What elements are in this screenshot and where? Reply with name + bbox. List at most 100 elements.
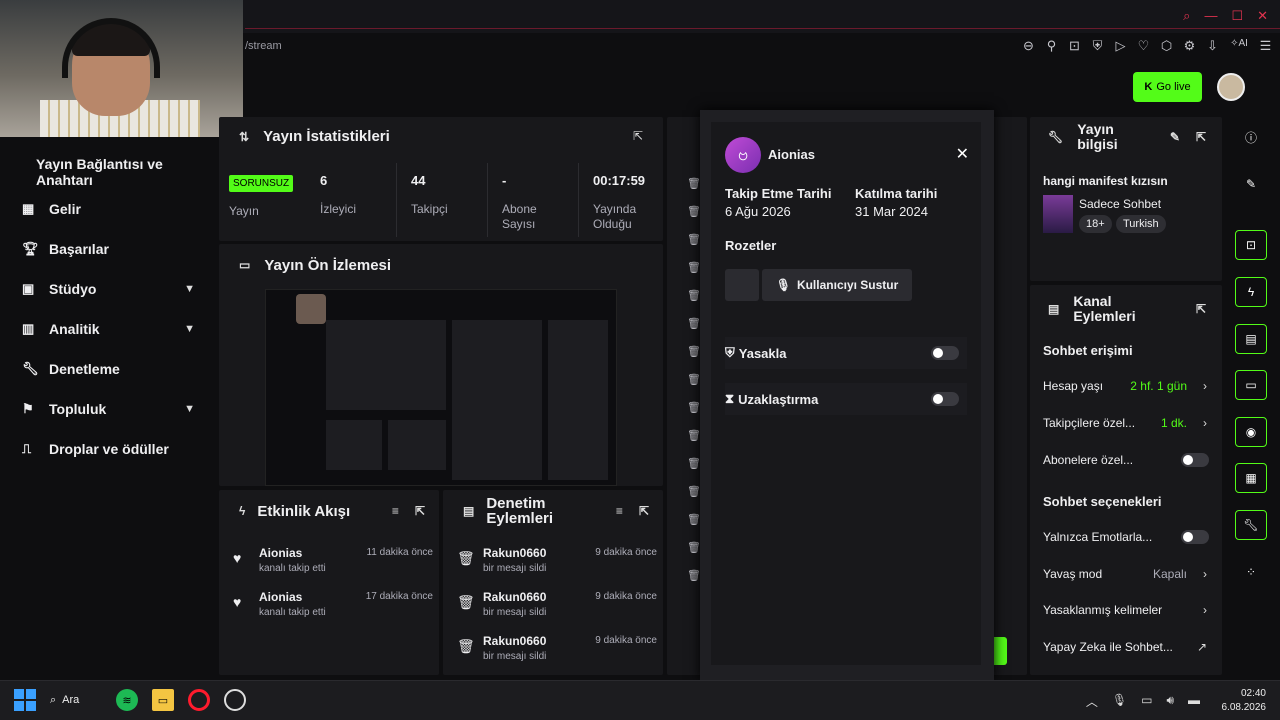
sidebar-item-topluluk[interactable]: ⚑ Topluluk ▼ <box>0 389 215 429</box>
sidebar-item-analitik[interactable]: ▥ Analitik ▼ <box>0 309 215 349</box>
sidebar-item-gelir[interactable]: ▦ Gelir <box>0 189 215 229</box>
windows-start-icon[interactable] <box>14 689 36 711</box>
ai-chat-row[interactable]: Yapay Zeka ile Sohbet... ↗ <box>1043 640 1209 656</box>
pencil-icon[interactable]: ✎ <box>1235 169 1267 199</box>
trash-icon[interactable]: 🗑︎ <box>687 233 701 249</box>
ai-icon[interactable]: ✧AI <box>1227 38 1251 54</box>
mod-user[interactable]: Rakun0660 <box>483 546 546 560</box>
trash-icon[interactable]: 🗑︎ <box>687 401 701 417</box>
channel-icon[interactable]: ▦ <box>1235 463 1267 493</box>
trash-icon[interactable]: 🗑︎ <box>687 261 701 277</box>
lightning-icon[interactable]: ϟ <box>1235 277 1267 307</box>
filter-icon[interactable]: ≡ <box>616 504 623 519</box>
info-icon[interactable]: ⓘ <box>1235 122 1267 152</box>
timeout-row[interactable]: ⧗ Uzaklaştırma <box>725 383 967 415</box>
stat-label: İzleyici <box>320 202 357 216</box>
mod-user[interactable]: Rakun0660 <box>483 590 546 604</box>
network-icon[interactable]: ▭ <box>1141 693 1152 710</box>
subs-only-row[interactable]: Abonelere özel... <box>1043 453 1209 469</box>
banned-words-row[interactable]: Yasaklanmış kelimeler › <box>1043 603 1209 619</box>
close-icon[interactable]: ✕ <box>1257 8 1268 24</box>
clock[interactable]: 02:40 6.08.2026 <box>1222 687 1267 715</box>
address-bar[interactable]: /stream <box>245 40 282 52</box>
download-icon[interactable]: ⇩ <box>1204 38 1221 54</box>
event-user[interactable]: Aionias <box>259 546 302 560</box>
popout-icon[interactable]: ⇱ <box>633 129 643 143</box>
volume-icon[interactable]: 🔊︎ <box>1166 693 1174 710</box>
opera-icon[interactable] <box>188 689 210 711</box>
microphone-icon[interactable]: 🎙︎ <box>1112 693 1127 710</box>
pin-icon[interactable]: ⚲ <box>1043 38 1060 54</box>
sidebar-item-denetleme[interactable]: 🔧︎ Denetleme <box>0 349 215 389</box>
screenshot-icon[interactable]: ⊡ <box>1066 38 1083 54</box>
document-icon[interactable]: ▤ <box>1235 324 1267 354</box>
popout-icon[interactable]: ⇱ <box>415 504 425 518</box>
menu-icon[interactable]: ☰ <box>1257 38 1274 54</box>
event-user[interactable]: Aionias <box>259 590 302 604</box>
ban-toggle[interactable] <box>931 346 959 360</box>
trash-icon[interactable]: 🗑︎ <box>687 457 701 473</box>
shield-icon[interactable]: ⛨ <box>1089 38 1106 54</box>
sidebar-item-label: Topluluk <box>49 401 107 417</box>
chevron-right-icon: › <box>1203 379 1207 393</box>
timeout-toggle[interactable] <box>931 392 959 406</box>
popout-icon[interactable]: ⇱ <box>1196 130 1206 145</box>
category-name[interactable]: Sadece Sohbet <box>1079 197 1161 211</box>
stat-label: Abone Sayısı <box>502 202 537 231</box>
account-age-row[interactable]: Hesap yaşı 2 hf. 1 gün › <box>1043 379 1209 395</box>
cube-icon[interactable]: ⬡ <box>1158 38 1175 54</box>
trash-icon[interactable]: 🗑︎ <box>687 345 701 361</box>
sidebar-title[interactable]: Yayın Bağlantısı ve Anahtarı <box>0 155 215 189</box>
filter-icon[interactable]: ≡ <box>392 504 399 518</box>
camera-icon[interactable]: ⊡ <box>1235 230 1267 260</box>
apps-icon[interactable]: ⁘ <box>1235 557 1267 587</box>
trash-icon[interactable]: 🗑︎ <box>687 541 701 557</box>
sidebar-item-studyo[interactable]: ▣ Stüdyo ▼ <box>0 269 215 309</box>
subs-only-toggle[interactable] <box>1181 453 1209 467</box>
play-icon[interactable]: ▷ <box>1112 38 1129 54</box>
extension-icon[interactable]: ⚙ <box>1181 38 1198 54</box>
clock-time: 02:40 <box>1240 688 1266 699</box>
trash-icon[interactable]: 🗑︎ <box>687 205 701 221</box>
mod-user[interactable]: Rakun0660 <box>483 634 546 648</box>
folder-icon[interactable]: ▭ <box>152 689 174 711</box>
slow-mode-row[interactable]: Yavaş mod Kapalı › <box>1043 567 1209 583</box>
emotes-only-toggle[interactable] <box>1181 530 1209 544</box>
trash-icon[interactable]: 🗑︎ <box>687 485 701 501</box>
trash-icon[interactable]: 🗑︎ <box>687 569 701 585</box>
mute-user-button[interactable]: 🎙︎ Kullanıcıyı Sustur <box>762 269 912 301</box>
trash-icon[interactable]: 🗑︎ <box>687 513 701 529</box>
trash-icon[interactable]: 🗑︎ <box>687 373 701 389</box>
battery-icon[interactable]: ▬ <box>1188 693 1200 710</box>
zoom-icon[interactable]: ⊖ <box>1020 38 1037 54</box>
trash-icon[interactable]: 🗑︎ <box>687 289 701 305</box>
trash-icon[interactable]: 🗑︎ <box>687 317 701 333</box>
sidebar-item-basarilar[interactable]: 🏆︎ Başarılar <box>0 229 215 269</box>
ban-row[interactable]: ⛨ Yasakla <box>725 337 967 369</box>
trash-icon[interactable]: 🗑︎ <box>687 429 701 445</box>
obs-icon[interactable] <box>224 689 246 711</box>
followers-only-row[interactable]: Takipçilere özel... 1 dk. › <box>1043 416 1209 432</box>
go-live-button[interactable]: K Go live <box>1133 72 1202 102</box>
broadcast-icon[interactable]: ◉ <box>1235 417 1267 447</box>
timeout-label: Uzaklaştırma <box>738 391 819 407</box>
spotify-icon[interactable]: ≋ <box>116 689 138 711</box>
search-icon[interactable]: ⌕ <box>1183 8 1190 24</box>
username[interactable]: Aionias <box>768 147 815 162</box>
sidebar-item-droplar[interactable]: ⎍ Droplar ve ödüller <box>0 429 215 469</box>
heart-icon[interactable]: ♡ <box>1135 38 1152 54</box>
popout-icon[interactable]: ⇱ <box>639 504 649 519</box>
chat-icon[interactable]: ▭ <box>1235 370 1267 400</box>
maximize-icon[interactable]: ☐ <box>1231 8 1243 24</box>
taskbar-search[interactable]: ⌕ Ara <box>50 694 102 707</box>
minimize-icon[interactable]: — <box>1204 8 1217 24</box>
close-icon[interactable]: ✕ <box>956 144 969 164</box>
popout-icon[interactable]: ⇱ <box>1196 302 1206 317</box>
avatar[interactable] <box>1217 73 1245 101</box>
trash-icon[interactable]: 🗑︎ <box>687 177 701 193</box>
stream-preview-video[interactable] <box>265 289 617 486</box>
emotes-only-row[interactable]: Yalnızca Emotlarla... <box>1043 530 1209 546</box>
wrench-icon[interactable]: 🔧︎ <box>1235 510 1267 540</box>
chevron-up-icon[interactable]: ︿ <box>1086 693 1098 710</box>
edit-icon[interactable]: ✎ <box>1170 130 1180 145</box>
